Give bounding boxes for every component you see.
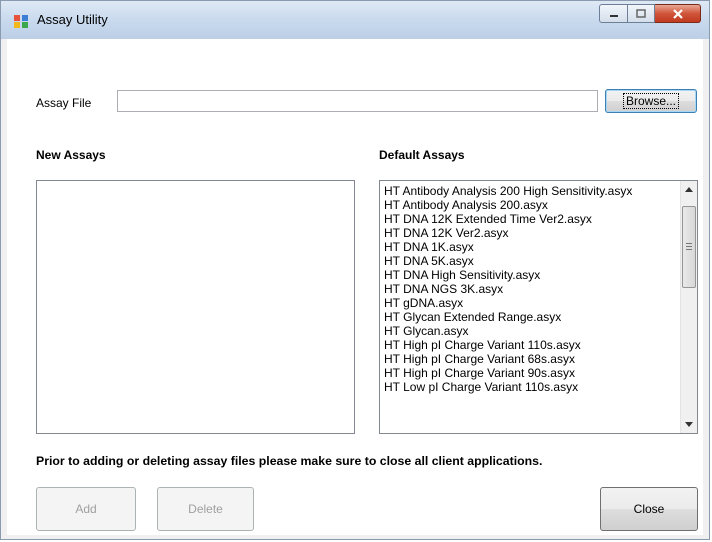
list-item[interactable]: HT Antibody Analysis 200.asyx [384, 198, 632, 212]
close-icon [672, 8, 683, 19]
add-button-label: Add [75, 502, 97, 516]
assay-utility-window: Assay Utility Assay File Browse... New A… [0, 0, 710, 540]
browse-button[interactable]: Browse... [605, 89, 697, 113]
list-item[interactable]: HT High pI Charge Variant 90s.asyx [384, 366, 632, 380]
title-bar[interactable]: Assay Utility [1, 1, 709, 39]
list-item[interactable]: HT gDNA.asyx [384, 296, 632, 310]
list-item[interactable]: HT High pI Charge Variant 68s.asyx [384, 352, 632, 366]
list-item[interactable]: HT DNA 1K.asyx [384, 240, 632, 254]
list-item[interactable]: HT Low pI Charge Variant 110s.asyx [384, 380, 632, 394]
app-icon [14, 15, 28, 28]
delete-button[interactable]: Delete [157, 487, 254, 531]
close-window-button[interactable] [655, 4, 701, 23]
delete-button-label: Delete [188, 502, 223, 516]
scroll-down-button[interactable] [681, 416, 697, 433]
new-assays-list[interactable] [36, 180, 355, 434]
scroll-thumb[interactable] [682, 206, 696, 288]
list-item[interactable]: HT Antibody Analysis 200 High Sensitivit… [384, 184, 632, 198]
new-assays-heading: New Assays [36, 148, 106, 162]
default-assays-list[interactable]: HT Antibody Analysis 200 High Sensitivit… [379, 180, 698, 434]
assay-file-input[interactable] [117, 90, 598, 112]
maximize-button[interactable] [628, 4, 655, 23]
list-item[interactable]: HT Glycan.asyx [384, 324, 632, 338]
scroll-up-button[interactable] [681, 181, 697, 198]
browse-button-label: Browse... [622, 93, 680, 109]
list-item[interactable]: HT DNA NGS 3K.asyx [384, 282, 632, 296]
list-item[interactable]: HT DNA 12K Extended Time Ver2.asyx [384, 212, 632, 226]
list-item[interactable]: HT DNA 12K Ver2.asyx [384, 226, 632, 240]
scroll-grip-icon [686, 243, 692, 252]
minimize-button[interactable] [599, 4, 628, 23]
close-button[interactable]: Close [600, 487, 698, 531]
default-assays-items: HT Antibody Analysis 200 High Sensitivit… [384, 184, 632, 394]
list-item[interactable]: HT High pI Charge Variant 110s.asyx [384, 338, 632, 352]
window-title: Assay Utility [37, 12, 108, 27]
scroll-down-icon [685, 422, 693, 427]
minimize-icon [609, 14, 618, 17]
assay-file-label: Assay File [36, 96, 92, 110]
list-item[interactable]: HT DNA 5K.asyx [384, 254, 632, 268]
list-item[interactable]: HT DNA High Sensitivity.asyx [384, 268, 632, 282]
caption-buttons [599, 4, 701, 24]
scroll-up-icon [685, 187, 693, 192]
default-assays-heading: Default Assays [379, 148, 465, 162]
maximize-icon [636, 9, 646, 18]
notice-text: Prior to adding or deleting assay files … [36, 454, 543, 468]
close-button-label: Close [633, 502, 665, 516]
client-area: Assay File Browse... New Assays Default … [7, 39, 703, 535]
add-button[interactable]: Add [36, 487, 136, 531]
default-assays-scrollbar[interactable] [680, 181, 697, 433]
list-item[interactable]: HT Glycan Extended Range.asyx [384, 310, 632, 324]
